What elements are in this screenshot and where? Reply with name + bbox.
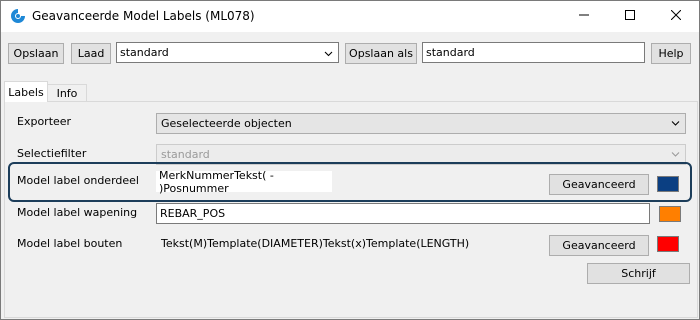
selection-filter-value: standard bbox=[161, 148, 210, 161]
save-as-name-input[interactable]: standard bbox=[422, 42, 645, 63]
export-select[interactable]: Geselecteerde objecten bbox=[156, 113, 686, 134]
part-label: Model label onderdeel bbox=[17, 174, 139, 187]
chevron-down-icon bbox=[324, 48, 333, 61]
close-icon bbox=[670, 9, 682, 23]
preset-select[interactable]: standard bbox=[116, 42, 339, 63]
minimize-button[interactable] bbox=[561, 1, 607, 32]
window-title: Geavanceerde Model Labels (ML078) bbox=[32, 9, 255, 23]
bolts-advanced-button[interactable]: Geavanceerd bbox=[549, 235, 649, 256]
part-color-swatch[interactable] bbox=[657, 176, 679, 192]
chevron-down-icon bbox=[671, 117, 680, 130]
maximize-button[interactable] bbox=[607, 1, 653, 32]
help-button[interactable]: Help bbox=[651, 43, 691, 64]
bolts-label-value[interactable]: Tekst(M)Template(DIAMETER)Tekst(x)Templa… bbox=[161, 237, 469, 250]
part-label-input[interactable]: MerkNummerTekst( - )Posnummer bbox=[156, 169, 332, 195]
save-as-button[interactable]: Opslaan als bbox=[345, 43, 417, 64]
load-button[interactable]: Laad bbox=[71, 43, 111, 64]
close-button[interactable] bbox=[653, 1, 699, 32]
minimize-icon bbox=[579, 10, 589, 23]
app-logo-icon bbox=[10, 8, 26, 24]
part-advanced-button[interactable]: Geavanceerd bbox=[549, 174, 649, 195]
selection-filter-label: Selectiefilter bbox=[17, 147, 87, 160]
tab-labels[interactable]: Labels bbox=[4, 81, 48, 102]
rebar-label: Model label wapening bbox=[17, 206, 138, 219]
tab-info[interactable]: Info bbox=[47, 84, 87, 102]
title-bar: Geavanceerde Model Labels (ML078) bbox=[1, 1, 699, 32]
rebar-color-swatch[interactable] bbox=[659, 206, 681, 222]
maximize-icon bbox=[625, 10, 635, 23]
rebar-label-input[interactable]: REBAR_POS bbox=[156, 203, 650, 224]
export-label: Exporteer bbox=[17, 115, 72, 128]
save-button[interactable]: Opslaan bbox=[8, 43, 64, 64]
bolts-color-swatch[interactable] bbox=[657, 236, 679, 252]
dialog-window: Geavanceerde Model Labels (ML078) Opslaa… bbox=[0, 0, 700, 320]
export-select-value: Geselecteerde objecten bbox=[161, 117, 292, 130]
write-button[interactable]: Schrijf bbox=[587, 263, 690, 284]
preset-select-value: standard bbox=[120, 46, 169, 59]
bolts-label: Model label bouten bbox=[17, 237, 123, 250]
chevron-down-icon bbox=[671, 148, 680, 161]
